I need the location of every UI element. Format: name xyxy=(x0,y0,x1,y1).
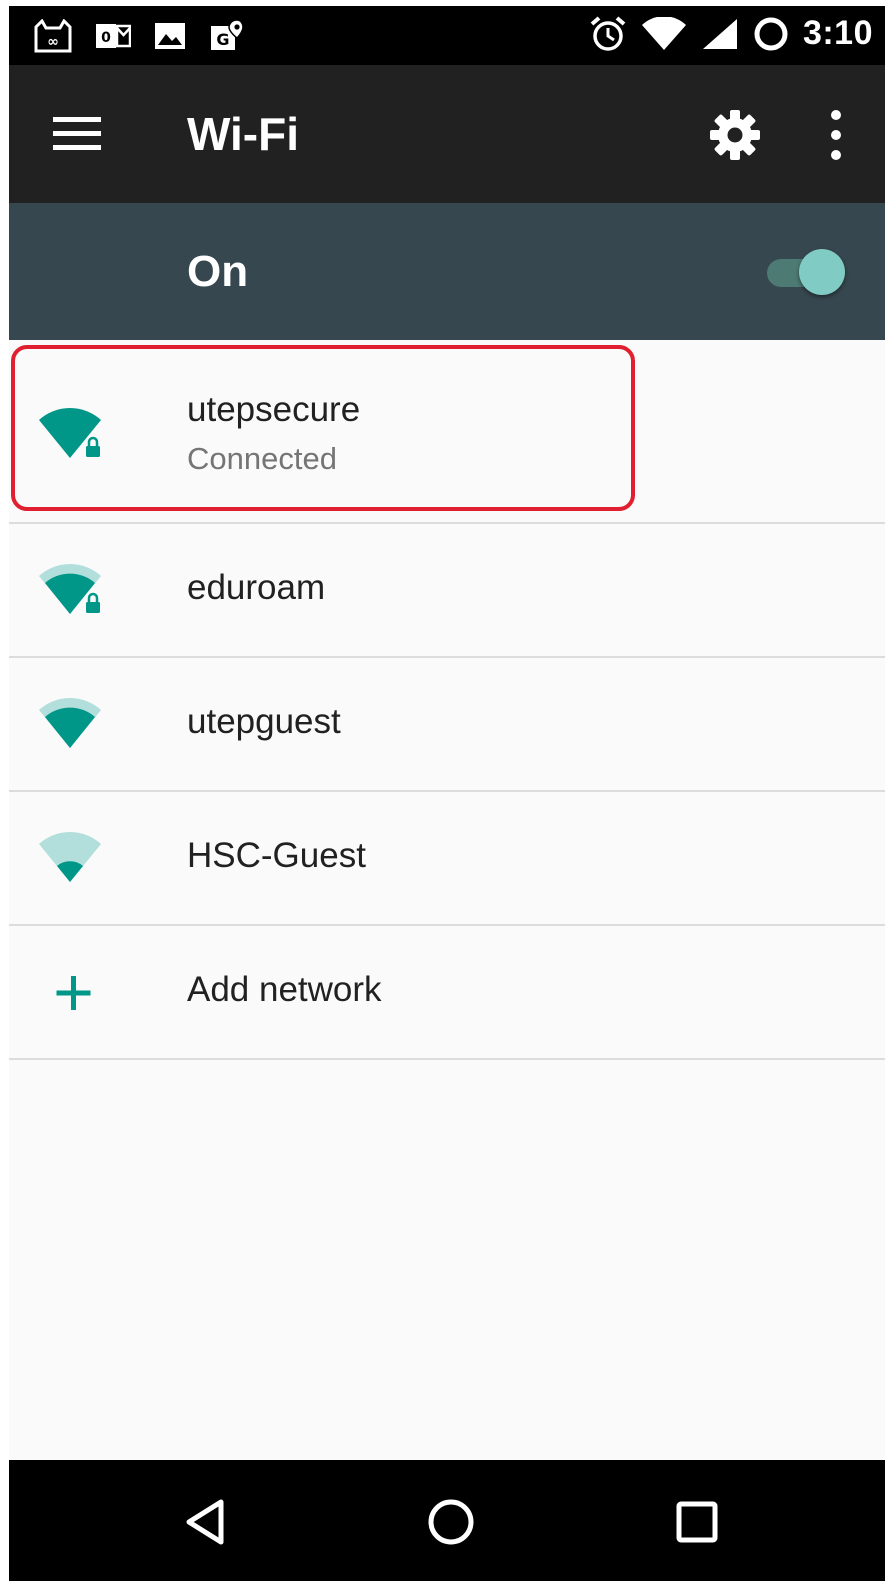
image-icon xyxy=(155,23,185,49)
network-list: utepsecure Connected eduroam utepguest H… xyxy=(9,340,885,1060)
status-bar: ∞ 0 G 3:10 xyxy=(9,6,885,65)
hamburger-menu-icon[interactable] xyxy=(53,113,101,155)
plus-icon xyxy=(56,976,91,1010)
battery-circle-icon xyxy=(754,17,788,50)
phone-screen: ∞ 0 G 3:10 Wi-Fi On utepsecure Connected… xyxy=(9,6,885,1581)
wifi-signal-3-locked-icon xyxy=(39,563,101,614)
svg-text:∞: ∞ xyxy=(47,34,59,50)
switch-thumb xyxy=(799,249,845,295)
cat-app-icon: ∞ xyxy=(34,19,72,53)
more-vertical-icon[interactable] xyxy=(824,109,848,161)
maps-icon: G xyxy=(211,19,244,50)
wifi-signal-3-icon xyxy=(39,697,101,748)
network-ssid: utepguest xyxy=(187,702,341,741)
wifi-switch-bar[interactable]: On xyxy=(9,203,885,340)
wifi-signal-icon xyxy=(641,16,686,50)
home-icon[interactable] xyxy=(423,1494,479,1550)
back-icon[interactable] xyxy=(177,1494,233,1550)
notification-icons: ∞ 0 G xyxy=(33,18,245,54)
network-row-utepsecure[interactable]: utepsecure Connected xyxy=(9,340,885,524)
network-row-hsc-guest[interactable]: HSC-Guest xyxy=(9,792,885,926)
network-status: Connected xyxy=(187,441,337,476)
network-ssid: HSC-Guest xyxy=(187,836,366,875)
app-toolbar: Wi-Fi xyxy=(9,65,885,203)
network-ssid: utepsecure xyxy=(187,390,361,429)
network-row-eduroam[interactable]: eduroam xyxy=(9,524,885,658)
alarm-icon xyxy=(590,15,626,51)
wifi-signal-full-locked-icon xyxy=(39,407,101,458)
status-clock: 3:10 xyxy=(802,14,873,52)
cell-signal-icon xyxy=(702,18,737,49)
system-icons: 3:10 xyxy=(589,14,873,53)
network-ssid: eduroam xyxy=(187,568,326,607)
outlook-icon: 0 xyxy=(96,24,131,48)
svg-text:0: 0 xyxy=(101,30,111,46)
recents-icon[interactable] xyxy=(669,1494,725,1550)
wifi-switch-label: On xyxy=(187,247,249,296)
svg-text:G: G xyxy=(216,30,229,49)
page-title: Wi-Fi xyxy=(187,108,299,160)
wifi-signal-1-icon xyxy=(39,831,101,882)
system-nav-bar xyxy=(9,1460,885,1581)
gear-icon[interactable] xyxy=(709,109,761,161)
network-row-utepguest[interactable]: utepguest xyxy=(9,658,885,792)
add-network-label: Add network xyxy=(187,970,382,1009)
wifi-toggle-switch[interactable] xyxy=(765,247,849,297)
add-network-row[interactable]: Add network xyxy=(9,926,885,1060)
